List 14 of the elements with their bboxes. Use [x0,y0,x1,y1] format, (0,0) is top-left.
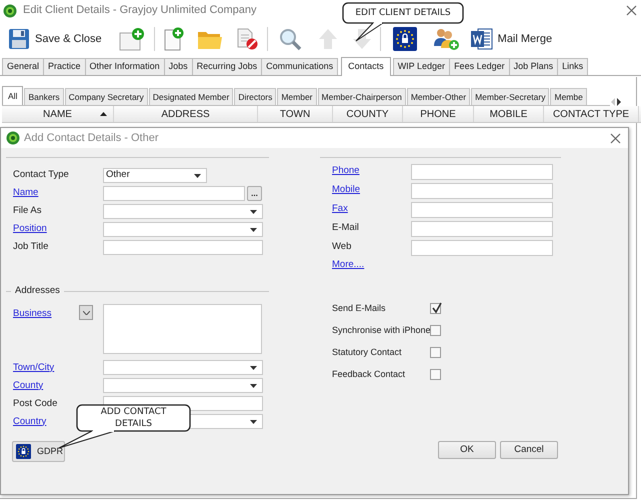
callout-tooltip: EDIT CLIENT DETAILS [340,1,466,43]
checkbox-label: Feedback Contact [332,368,406,381]
dialog-title: Add Contact Details - Other [24,130,159,146]
window-title: Edit Client Details - Grayjoy Unlimited Company [23,3,257,18]
checkbox-label: Synchronise with iPhone [332,324,430,337]
checkbox-label: Send E-Mails [332,302,387,315]
field-label: Contact Type [13,168,69,182]
field-label: Post Code [13,396,58,411]
field-label: Web [332,240,352,254]
checkbox-label: Statutory Contact [332,346,403,359]
field-label: E-Mail [332,221,359,236]
field-label: Job Title [13,240,48,254]
group-title: Addresses [14,284,61,298]
field-label: File As [13,204,42,218]
